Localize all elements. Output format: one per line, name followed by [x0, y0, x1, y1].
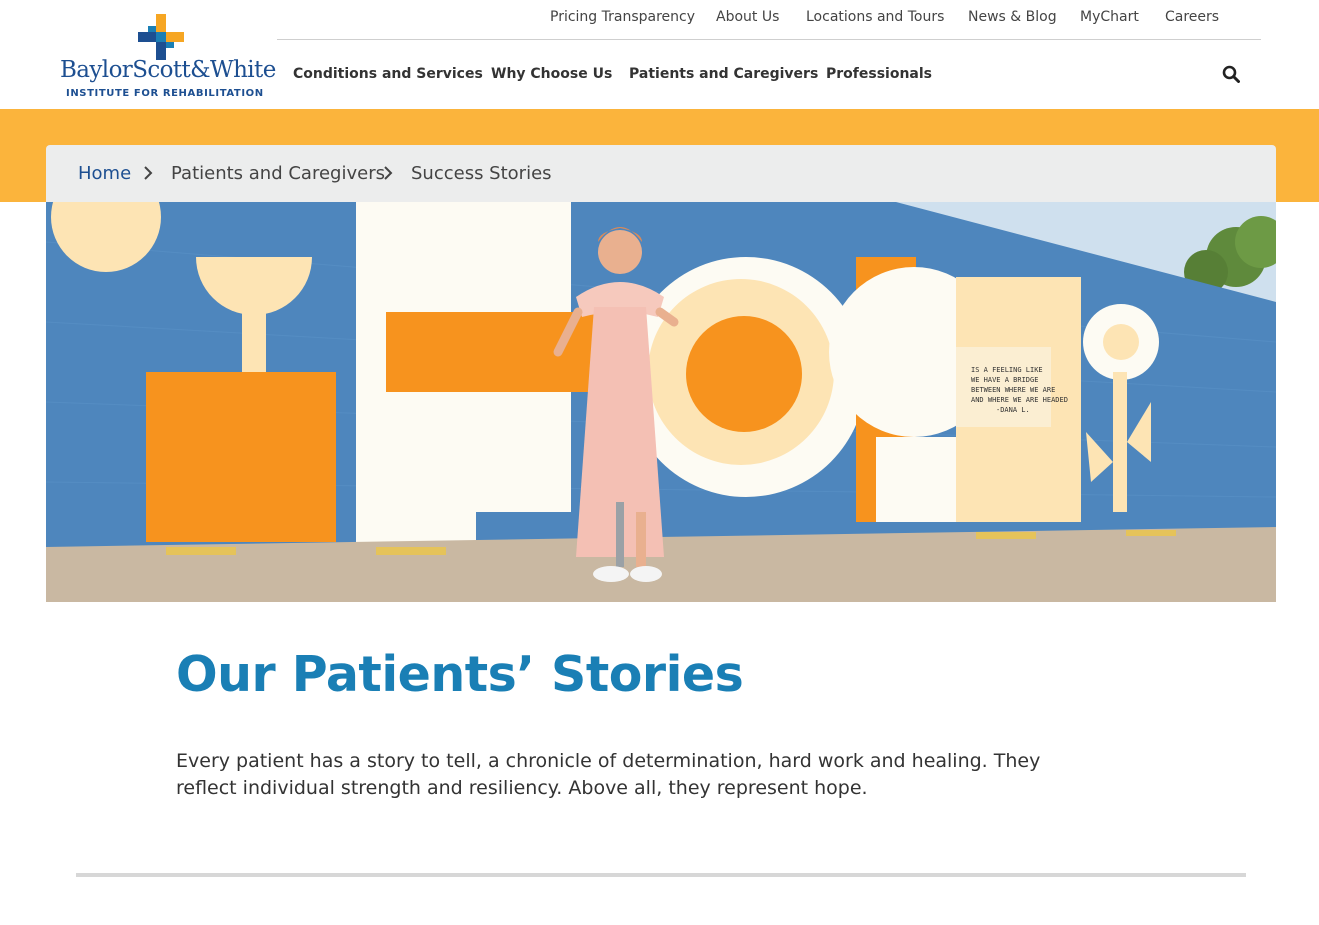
- intro-paragraph: Every patient has a story to tell, a chr…: [176, 750, 1041, 799]
- breadcrumb-current: Success Stories: [411, 163, 552, 184]
- nav-why-choose-us[interactable]: Why Choose Us: [491, 66, 612, 82]
- svg-text:-DANA L.: -DANA L.: [996, 406, 1030, 414]
- nav-patients-and-caregivers[interactable]: Patients and Caregivers: [629, 66, 818, 82]
- hero-image: IS A FEELING LIKE WE HAVE A BRIDGE BETWE…: [46, 202, 1276, 602]
- util-link-mychart[interactable]: MyChart: [1080, 9, 1139, 25]
- util-link-pricing-transparency[interactable]: Pricing Transparency: [550, 9, 695, 25]
- nav-professionals[interactable]: Professionals: [826, 66, 932, 82]
- site-logo[interactable]: BaylorScott&White INSTITUTE FOR REHABILI…: [58, 12, 276, 104]
- search-button[interactable]: [1220, 64, 1242, 86]
- cross-logo-icon: [138, 14, 184, 60]
- svg-text:WE HAVE A BRIDGE: WE HAVE A BRIDGE: [971, 376, 1038, 384]
- hope-mural-illustration: IS A FEELING LIKE WE HAVE A BRIDGE BETWE…: [46, 202, 1276, 602]
- util-link-careers[interactable]: Careers: [1165, 9, 1219, 25]
- section-divider: [76, 873, 1246, 877]
- breadcrumb-patients-and-caregivers[interactable]: Patients and Caregivers: [171, 163, 385, 184]
- logo-wordmark: BaylorScott&White: [60, 57, 276, 83]
- svg-text:BETWEEN WHERE WE ARE: BETWEEN WHERE WE ARE: [971, 386, 1055, 394]
- chevron-right-icon: [384, 166, 393, 180]
- utility-nav: Pricing Transparency About Us Locations …: [277, 0, 1261, 40]
- svg-text:IS A FEELING LIKE: IS A FEELING LIKE: [971, 366, 1043, 374]
- nav-conditions-and-services[interactable]: Conditions and Services: [293, 66, 483, 82]
- svg-text:AND WHERE WE ARE HEADED: AND WHERE WE ARE HEADED: [971, 396, 1068, 404]
- site-header: BaylorScott&White INSTITUTE FOR REHABILI…: [0, 0, 1319, 109]
- logo-subtitle: INSTITUTE FOR REHABILITATION: [66, 88, 264, 99]
- breadcrumb: Home Patients and Caregivers Success Sto…: [46, 145, 1276, 202]
- chevron-right-icon: [144, 166, 153, 180]
- util-link-about-us[interactable]: About Us: [716, 9, 779, 25]
- page-title: Our Patients’ Stories: [176, 646, 744, 703]
- breadcrumb-home[interactable]: Home: [78, 163, 131, 184]
- search-icon: [1222, 65, 1240, 83]
- util-link-news-blog[interactable]: News & Blog: [968, 9, 1057, 25]
- util-link-locations-and-tours[interactable]: Locations and Tours: [806, 9, 944, 25]
